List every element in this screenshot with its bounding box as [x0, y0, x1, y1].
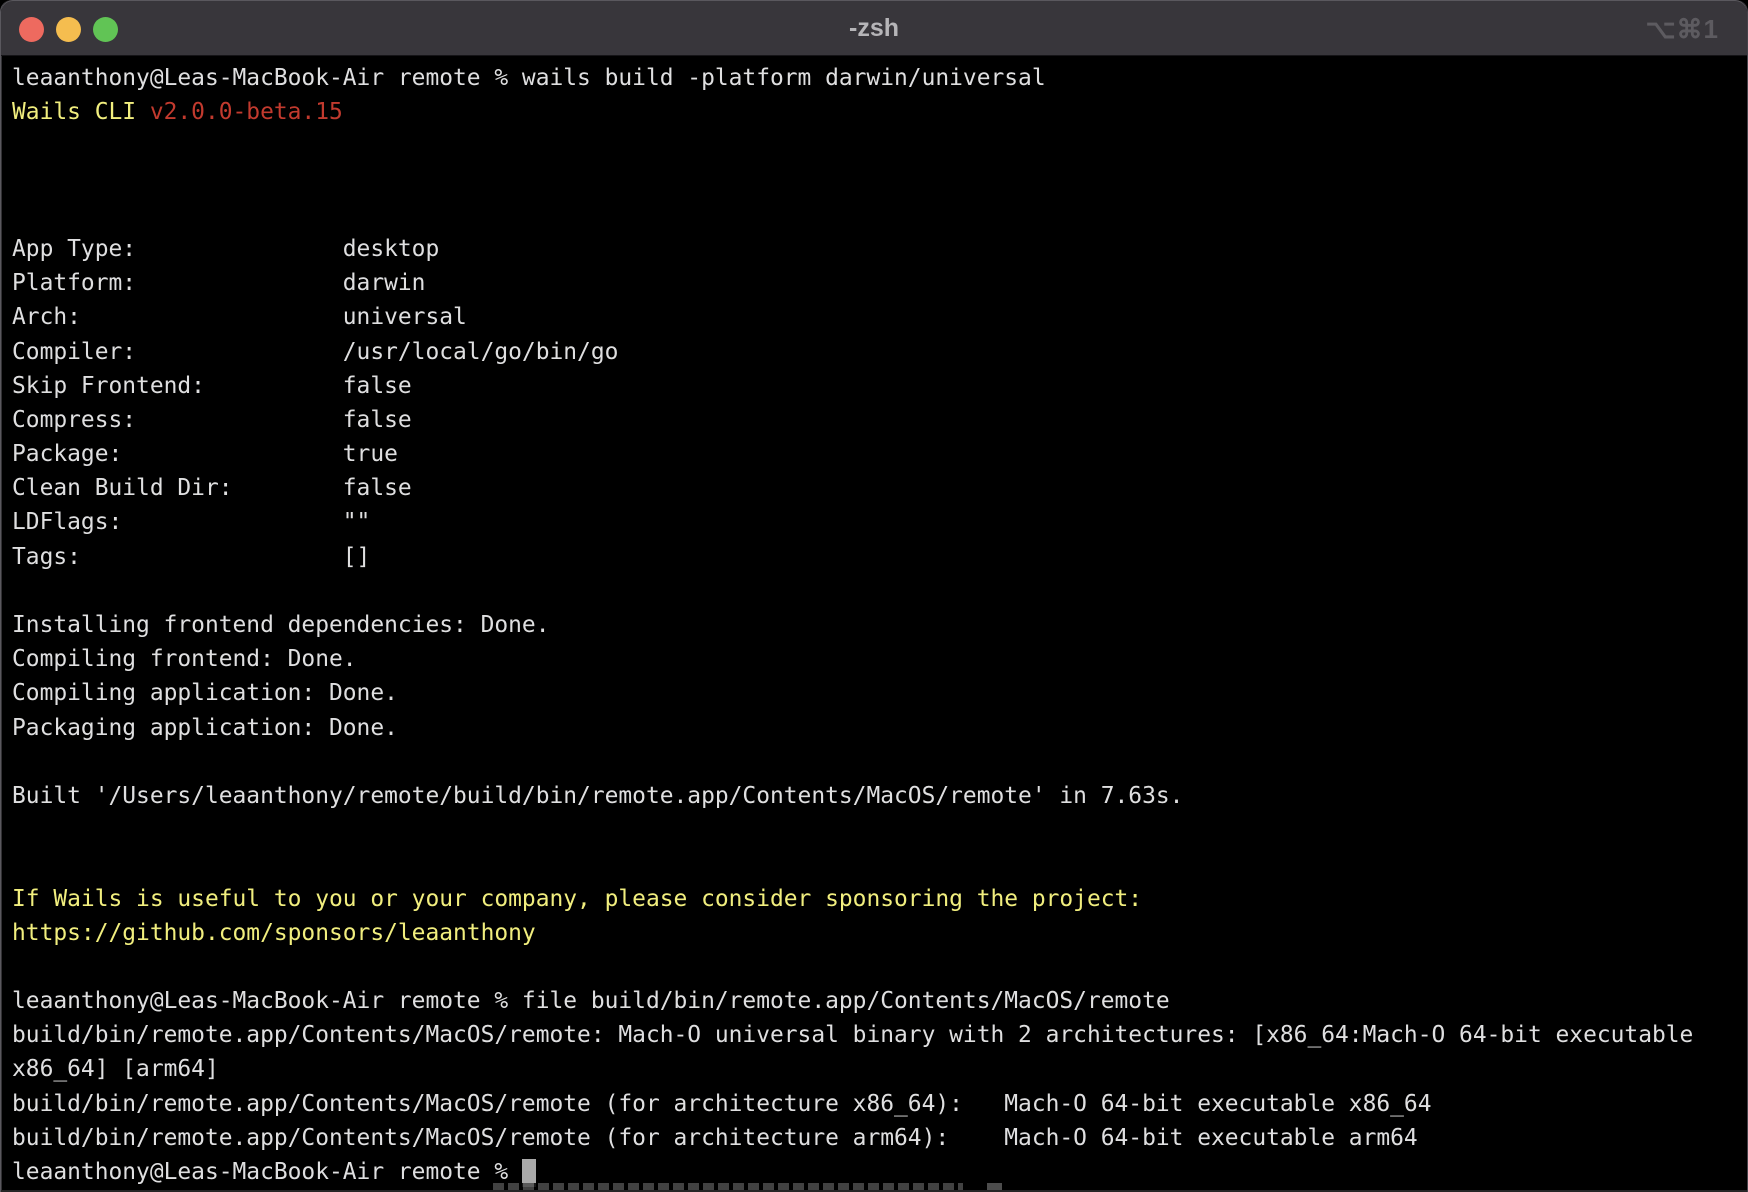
terminal-line: leaanthony@Leas-MacBook-Air remote % wai…: [12, 61, 1736, 95]
terminal-line: [12, 813, 1736, 847]
terminal-text: Packaging application: Done.: [12, 715, 398, 741]
terminal-line: App Type: desktop: [12, 232, 1736, 266]
terminal-text: build/bin/remote.app/Contents/MacOS/remo…: [12, 1091, 1431, 1117]
terminal-line: Package: true: [12, 437, 1736, 471]
terminal-line: build/bin/remote.app/Contents/MacOS/remo…: [12, 1018, 1736, 1052]
terminal-text: Skip Frontend: false: [12, 373, 412, 399]
terminal-text: Wails CLI: [12, 99, 150, 125]
terminal-text: Clean Build Dir: false: [12, 475, 412, 501]
terminal-line: Compiling frontend: Done.: [12, 642, 1736, 676]
terminal-line: [12, 574, 1736, 608]
terminal-text: Platform: darwin: [12, 270, 425, 296]
terminal-text: https://github.com/sponsors/leaanthony: [12, 920, 536, 946]
terminal-text: App Type: desktop: [12, 236, 439, 262]
terminal-text: Compress: false: [12, 407, 412, 433]
terminal-line: https://github.com/sponsors/leaanthony: [12, 916, 1736, 950]
terminal-line: [12, 950, 1736, 984]
terminal-line: [12, 198, 1736, 232]
terminal-line: build/bin/remote.app/Contents/MacOS/remo…: [12, 1087, 1736, 1121]
terminal-text: leaanthony@Leas-MacBook-Air remote % wai…: [12, 65, 1046, 91]
titlebar[interactable]: -zsh ⌥⌘1: [1, 0, 1747, 56]
terminal-line: If Wails is useful to you or your compan…: [12, 882, 1736, 916]
terminal-line: [12, 847, 1736, 881]
terminal-text: Installing frontend dependencies: Done.: [12, 612, 549, 638]
terminal-line: [12, 129, 1736, 163]
terminal-line: build/bin/remote.app/Contents/MacOS/remo…: [12, 1121, 1736, 1155]
terminal-line: Compiler: /usr/local/go/bin/go: [12, 335, 1736, 369]
terminal-text: leaanthony@Leas-MacBook-Air remote % fil…: [12, 988, 1170, 1014]
terminal-line: Tags: []: [12, 540, 1736, 574]
terminal-line: x86_64] [arm64]: [12, 1052, 1736, 1086]
terminal-text: Compiling application: Done.: [12, 680, 398, 706]
terminal-text: x86_64] [arm64]: [12, 1056, 219, 1082]
terminal-screen[interactable]: leaanthony@Leas-MacBook-Air remote % wai…: [1, 56, 1747, 1192]
terminal-line: Packaging application: Done.: [12, 711, 1736, 745]
terminal-text: Compiling frontend: Done.: [12, 646, 357, 672]
terminal-text: build/bin/remote.app/Contents/MacOS/remo…: [12, 1125, 1418, 1151]
terminal-text: Built '/Users/leaanthony/remote/build/bi…: [12, 783, 1183, 809]
terminal-line: Wails CLI v2.0.0-beta.15: [12, 95, 1736, 129]
terminal-window: -zsh ⌥⌘1 leaanthony@Leas-MacBook-Air rem…: [0, 0, 1748, 1192]
terminal-text: leaanthony@Leas-MacBook-Air remote %: [12, 1159, 522, 1185]
terminal-line: LDFlags: "": [12, 505, 1736, 539]
terminal-line: Built '/Users/leaanthony/remote/build/bi…: [12, 779, 1736, 813]
terminal-output: leaanthony@Leas-MacBook-Air remote % wai…: [1, 56, 1747, 1189]
terminal-text: build/bin/remote.app/Contents/MacOS/remo…: [12, 1022, 1693, 1048]
terminal-text: Compiler: /usr/local/go/bin/go: [12, 339, 618, 365]
terminal-text: Tags: []: [12, 544, 370, 570]
window-title: -zsh: [1, 0, 1747, 56]
terminal-line: [12, 745, 1736, 779]
terminal-text: Package: true: [12, 441, 398, 467]
terminal-text: Arch: universal: [12, 304, 467, 330]
terminal-text: v2.0.0-beta.15: [150, 99, 343, 125]
terminal-line: Platform: darwin: [12, 266, 1736, 300]
terminal-text: If Wails is useful to you or your compan…: [12, 886, 1142, 912]
terminal-line: Skip Frontend: false: [12, 369, 1736, 403]
terminal-line: [12, 164, 1736, 198]
terminal-text: LDFlags: "": [12, 509, 370, 535]
terminal-line: Arch: universal: [12, 300, 1736, 334]
terminal-line: Installing frontend dependencies: Done.: [12, 608, 1736, 642]
terminal-line: leaanthony@Leas-MacBook-Air remote % fil…: [12, 984, 1736, 1018]
terminal-line: Compiling application: Done.: [12, 676, 1736, 710]
terminal-line: Compress: false: [12, 403, 1736, 437]
terminal-line: Clean Build Dir: false: [12, 471, 1736, 505]
keyboard-shortcut-badge: ⌥⌘1: [1646, 0, 1719, 56]
